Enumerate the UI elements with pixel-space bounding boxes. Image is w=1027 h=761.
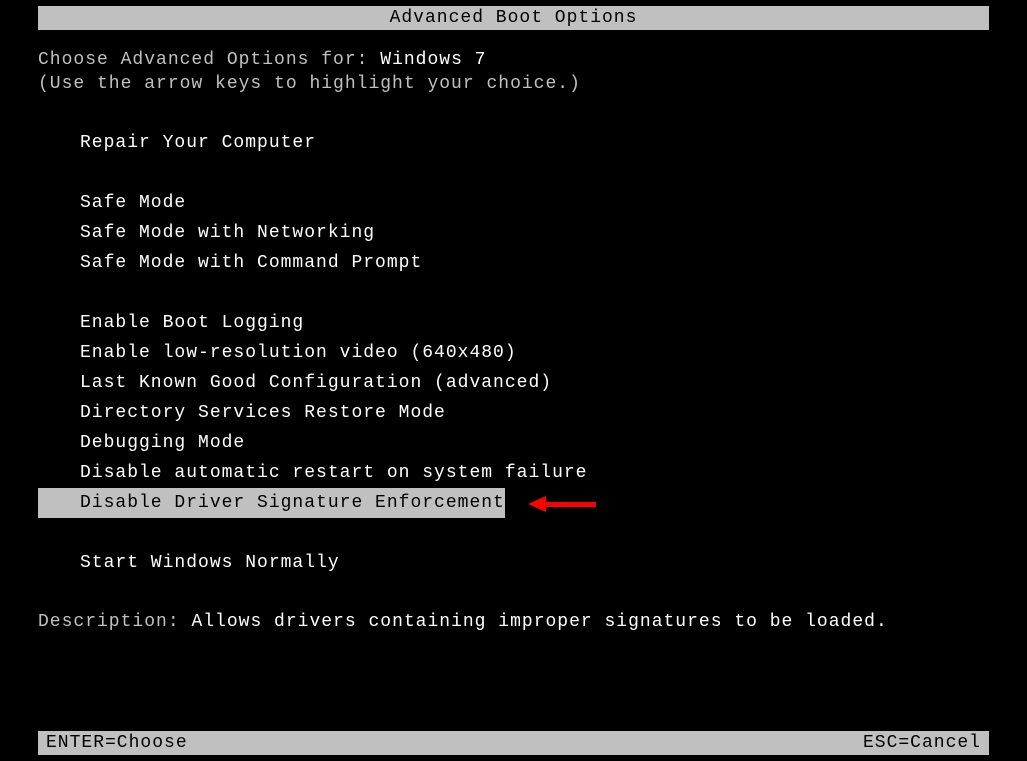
menu-item-disable-automatic-restart[interactable]: Disable automatic restart on system fail…	[38, 458, 587, 488]
menu-item-start-windows-normally[interactable]: Start Windows Normally	[38, 548, 340, 578]
description-line: Description: Allows drivers containing i…	[38, 612, 989, 632]
menu-item-debugging-mode[interactable]: Debugging Mode	[38, 428, 245, 458]
menu-item-enable-boot-logging[interactable]: Enable Boot Logging	[38, 308, 304, 338]
footer-esc-cancel: ESC=Cancel	[863, 733, 981, 753]
footer-enter-choose: ENTER=Choose	[46, 733, 188, 753]
arrow-keys-hint: (Use the arrow keys to highlight your ch…	[38, 74, 1013, 94]
description-text: Allows drivers containing improper signa…	[191, 612, 887, 632]
menu-item-disable-driver-signature-enforcement[interactable]: Disable Driver Signature Enforcement	[38, 488, 505, 518]
footer-bar: ENTER=Choose ESC=Cancel	[38, 731, 989, 755]
choose-advanced-options-line: Choose Advanced Options for: Windows 7	[38, 50, 1013, 70]
menu-item-repair-your-computer[interactable]: Repair Your Computer	[38, 128, 316, 158]
description-label: Description:	[38, 612, 191, 632]
annotation-arrow-icon	[528, 496, 596, 512]
menu-item-directory-services-restore-mode[interactable]: Directory Services Restore Mode	[38, 398, 446, 428]
os-name: Windows 7	[380, 50, 486, 70]
menu-item-safe-mode-command-prompt[interactable]: Safe Mode with Command Prompt	[38, 248, 422, 278]
menu-item-safe-mode-networking[interactable]: Safe Mode with Networking	[38, 218, 375, 248]
boot-menu: Repair Your Computer Safe Mode Safe Mode…	[38, 128, 1013, 578]
menu-item-safe-mode[interactable]: Safe Mode	[38, 188, 186, 218]
menu-item-enable-low-resolution-video[interactable]: Enable low-resolution video (640x480)	[38, 338, 517, 368]
choose-prefix: Choose Advanced Options for:	[38, 50, 380, 70]
page-title: Advanced Boot Options	[38, 6, 989, 30]
menu-item-last-known-good-configuration[interactable]: Last Known Good Configuration (advanced)	[38, 368, 552, 398]
